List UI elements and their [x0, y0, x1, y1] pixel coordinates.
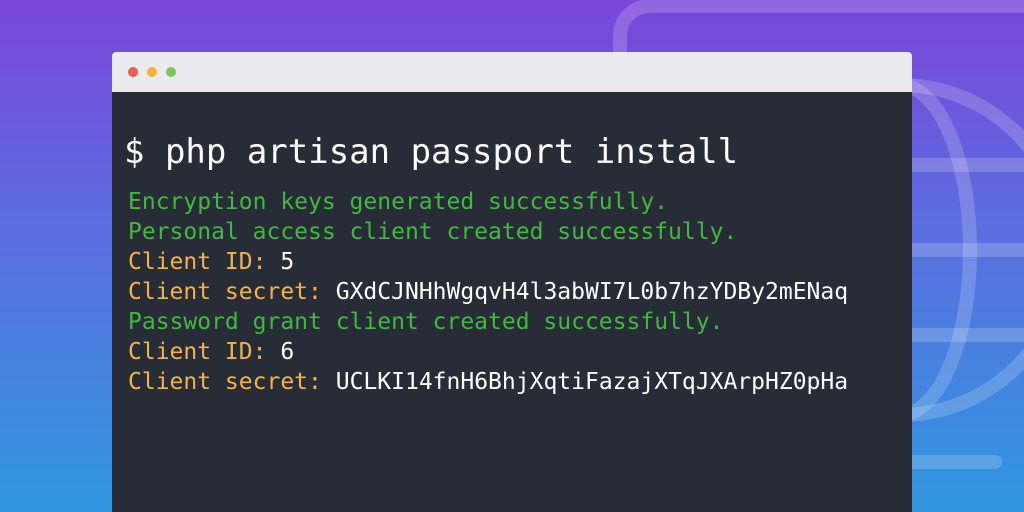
- maximize-window-dot[interactable]: [166, 67, 176, 77]
- minimize-window-dot[interactable]: [147, 67, 157, 77]
- terminal-output: Encryption keys generated successfully. P…: [128, 187, 848, 397]
- success-message-text: Encryption keys generated successfully.: [128, 189, 669, 215]
- terminal-screen: $ php artisan passport install Encryptio…: [112, 92, 912, 512]
- success-message-text: Password grant client created successful…: [128, 309, 724, 335]
- output-value: UCLKI14fnH6BhjXqtiFazajXTqJXArpHZ0pHa: [335, 369, 849, 395]
- key-value-line: Client secret: UCLKI14fnH6BhjXqtiFazajXT…: [128, 367, 848, 397]
- terminal-command: $ php artisan passport install: [124, 132, 739, 172]
- output-value: GXdCJNHhWgqvH4l3abWI7L0b7hzYDBy2mENaq: [335, 279, 849, 305]
- output-label: Client secret:: [128, 279, 322, 305]
- success-message-text: Personal access client created successfu…: [128, 219, 738, 245]
- output-label: Client secret:: [128, 369, 322, 395]
- success-message: Password grant client created successful…: [128, 307, 848, 337]
- key-value-line: Client ID: 6: [128, 337, 848, 367]
- output-label: Client ID:: [128, 339, 267, 365]
- key-value-line: Client ID: 5: [128, 247, 848, 277]
- success-message: Encryption keys generated successfully.: [128, 187, 848, 217]
- key-value-line: Client secret: GXdCJNHhWgqvH4l3abWI7L0b7…: [128, 277, 848, 307]
- terminal-window: $ php artisan passport install Encryptio…: [112, 52, 912, 512]
- close-window-dot[interactable]: [128, 67, 138, 77]
- output-value: 6: [280, 339, 295, 365]
- output-label: Client ID:: [128, 249, 267, 275]
- output-value: 5: [280, 249, 295, 275]
- window-titlebar: [112, 52, 912, 92]
- success-message: Personal access client created successfu…: [128, 217, 848, 247]
